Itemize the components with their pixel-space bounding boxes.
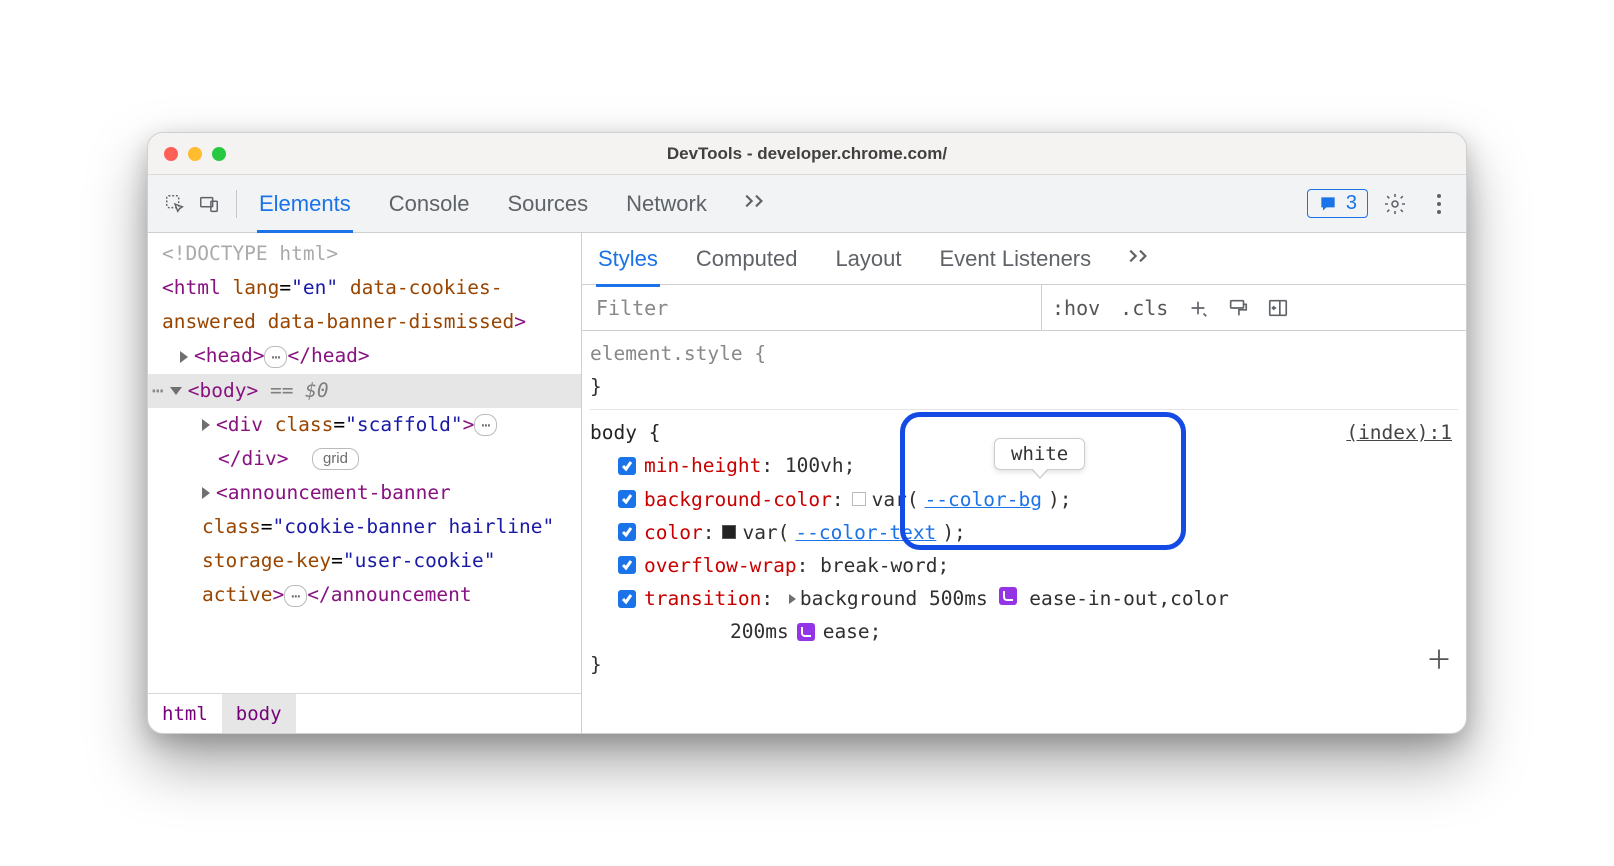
rule-element-style[interactable]: element.style { }: [590, 337, 1458, 410]
breadcrumbs: html body: [148, 693, 581, 733]
dom-body-selected[interactable]: ⋯ <body> == $0: [148, 374, 581, 408]
kebab-menu-icon[interactable]: [1422, 187, 1456, 221]
settings-icon[interactable]: [1378, 187, 1412, 221]
new-style-rule-icon[interactable]: [1178, 288, 1218, 328]
add-rule-icon[interactable]: ＋: [1426, 639, 1452, 683]
dom-announcement[interactable]: <announcement-banner class="cookie-banne…: [162, 476, 581, 613]
minimize-icon[interactable]: [188, 147, 202, 161]
dom-head[interactable]: <head>⋯</head>: [162, 339, 581, 373]
more-tabs-icon[interactable]: [743, 190, 769, 218]
source-link[interactable]: (index):1: [1346, 416, 1452, 449]
prop-transition[interactable]: transition: background 500ms ease-in-out…: [590, 582, 1458, 615]
tab-elements[interactable]: Elements: [257, 179, 353, 229]
zoom-icon[interactable]: [212, 147, 226, 161]
inspect-icon[interactable]: [158, 187, 192, 221]
checkbox-icon[interactable]: [618, 457, 636, 475]
checkbox-icon[interactable]: [618, 556, 636, 574]
device-toggle-icon[interactable]: [192, 187, 226, 221]
prop-overflow-wrap[interactable]: overflow-wrap: break-word;: [590, 549, 1458, 582]
dom-scaffold-close[interactable]: </div> grid: [162, 442, 581, 476]
hov-toggle[interactable]: :hov: [1042, 296, 1110, 320]
styles-pane: Styles Computed Layout Event Listeners :…: [582, 233, 1466, 733]
main-toolbar: Elements Console Sources Network 3: [148, 175, 1466, 233]
var-tooltip: white: [994, 438, 1085, 470]
window-title: DevTools - developer.chrome.com/: [148, 144, 1466, 164]
bezier-icon[interactable]: [999, 587, 1017, 605]
panes: <!DOCTYPE html> <html lang="en" data-coo…: [148, 233, 1466, 733]
color-swatch-icon[interactable]: [852, 492, 866, 506]
color-swatch-icon[interactable]: [722, 525, 736, 539]
toggle-panel-icon[interactable]: [1258, 288, 1298, 328]
collapse-icon[interactable]: [170, 387, 182, 395]
styles-subtabs: Styles Computed Layout Event Listeners: [582, 233, 1466, 285]
dollar-zero: == $0: [270, 374, 329, 408]
titlebar: DevTools - developer.chrome.com/: [148, 133, 1466, 175]
subtab-layout[interactable]: Layout: [833, 236, 903, 282]
var-link-color-text[interactable]: --color-text: [795, 516, 936, 549]
expand-icon[interactable]: [180, 351, 188, 363]
filter-row: :hov .cls: [582, 285, 1466, 331]
subtab-event-listeners[interactable]: Event Listeners: [938, 236, 1094, 282]
checkbox-icon[interactable]: [618, 490, 636, 508]
prop-transition-line2[interactable]: 200ms ease;: [590, 615, 1458, 648]
paint-icon[interactable]: [1218, 288, 1258, 328]
prop-color[interactable]: color: var(--color-text);: [590, 516, 1458, 549]
issues-count: 3: [1346, 192, 1357, 215]
devtools-window: DevTools - developer.chrome.com/ Element…: [147, 132, 1467, 734]
expand-icon[interactable]: [202, 487, 210, 499]
dom-html-open[interactable]: <html lang="en" data-cookies-answered da…: [162, 271, 581, 339]
selector-element-style: element.style {: [590, 337, 1458, 370]
cls-toggle[interactable]: .cls: [1110, 296, 1178, 320]
ellipsis-icon[interactable]: ⋯: [264, 346, 287, 368]
ellipsis-icon[interactable]: ⋯: [284, 585, 307, 607]
crumb-body[interactable]: body: [222, 694, 296, 733]
tab-network[interactable]: Network: [624, 179, 709, 229]
bezier-icon[interactable]: [797, 623, 815, 641]
filter-input[interactable]: [582, 285, 1042, 330]
selection-dots-icon: ⋯: [152, 374, 166, 408]
issues-badge[interactable]: 3: [1307, 189, 1368, 218]
subtab-styles[interactable]: Styles: [596, 236, 660, 282]
window-controls: [164, 147, 226, 161]
crumb-html[interactable]: html: [148, 694, 222, 733]
ellipsis-icon[interactable]: ⋯: [474, 414, 497, 436]
more-subtabs-icon[interactable]: [1127, 245, 1153, 273]
dom-scaffold[interactable]: <div class="scaffold">⋯: [162, 408, 581, 442]
elements-pane: <!DOCTYPE html> <html lang="en" data-coo…: [148, 233, 582, 733]
prop-background-color[interactable]: background-color: var(--color-bg);: [590, 483, 1458, 516]
close-icon[interactable]: [164, 147, 178, 161]
dom-doctype: <!DOCTYPE html>: [162, 237, 581, 271]
checkbox-icon[interactable]: [618, 523, 636, 541]
expand-icon[interactable]: [789, 594, 796, 604]
var-link-color-bg[interactable]: --color-bg: [925, 483, 1042, 516]
subtab-computed[interactable]: Computed: [694, 236, 800, 282]
tab-sources[interactable]: Sources: [505, 179, 590, 229]
checkbox-icon[interactable]: [618, 590, 636, 608]
tab-console[interactable]: Console: [387, 179, 472, 229]
main-tabs: Elements Console Sources Network: [257, 179, 769, 229]
style-rules: element.style { } (index):1 body { min-h…: [582, 331, 1466, 699]
dom-tree[interactable]: <!DOCTYPE html> <html lang="en" data-coo…: [148, 233, 581, 693]
grid-badge[interactable]: grid: [312, 448, 359, 470]
expand-icon[interactable]: [202, 419, 210, 431]
toolbar-divider: [236, 190, 237, 218]
